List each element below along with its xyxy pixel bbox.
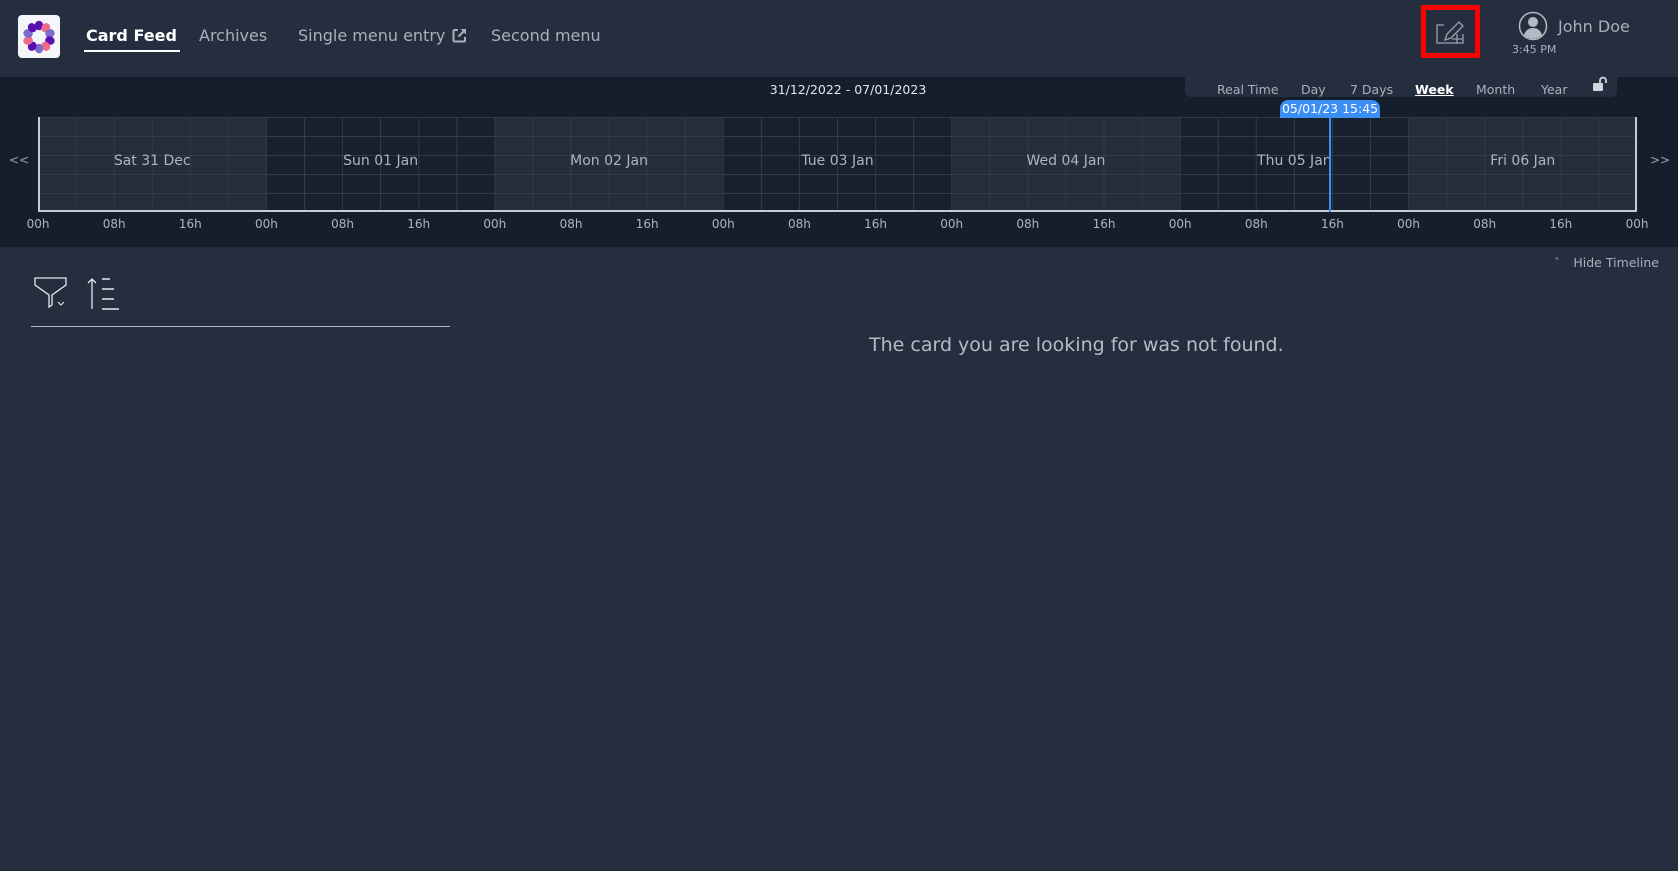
timeline-previous-button[interactable]: << xyxy=(9,153,29,167)
timeline-grid[interactable]: Sat 31 Dec Sun 01 Jan Mon 02 Jan Tue 03 Jan… xyxy=(38,117,1637,212)
day-label: Wed 04 Jan xyxy=(1026,153,1106,169)
range-year[interactable]: Year xyxy=(1541,82,1567,97)
current-time: 3:45 PM xyxy=(1512,43,1557,56)
hour-tick-label: 16h xyxy=(407,217,431,231)
range-month[interactable]: Month xyxy=(1476,82,1515,97)
hour-tick-label: 08h xyxy=(1244,217,1268,231)
filter-funnel-icon[interactable] xyxy=(34,275,70,311)
timeline: 31/12/2022 - 07/01/2023 Real Time Day 7 … xyxy=(0,72,1678,247)
hour-tick-label: 00h xyxy=(1397,217,1420,231)
card-not-found-message: The card you are looking for was not fou… xyxy=(869,334,1284,356)
hour-tick-label: 00h xyxy=(483,217,507,231)
hour-tick-label: 08h xyxy=(102,217,126,231)
hour-tick-label: 16h xyxy=(178,217,202,231)
feed-divider xyxy=(31,326,450,327)
top-navbar: Card Feed Archives Single menu entry Sec… xyxy=(0,0,1678,77)
day-label: Sat 31 Dec xyxy=(113,153,191,169)
user-name[interactable]: John Doe xyxy=(1558,17,1630,36)
hour-tick-label: 08h xyxy=(559,217,583,231)
nav-archives[interactable]: Archives xyxy=(199,26,267,46)
hour-tick-label: 16h xyxy=(1549,217,1573,231)
logo-icon xyxy=(23,20,55,53)
day-label: Mon 02 Jan xyxy=(570,153,648,169)
app-logo[interactable] xyxy=(18,15,60,58)
hour-tick-label: 00h xyxy=(1168,217,1192,231)
hour-tick-label: 00h xyxy=(940,217,964,231)
day-label: Fri 06 Jan xyxy=(1490,153,1556,169)
caret-up-icon: ˄ xyxy=(1554,257,1560,268)
external-link-icon xyxy=(452,29,467,43)
hide-timeline-label: Hide Timeline xyxy=(1573,255,1659,270)
range-real-time[interactable]: Real Time xyxy=(1217,82,1279,97)
range-week[interactable]: Week xyxy=(1415,82,1454,97)
timeline-next-button[interactable]: >> xyxy=(1650,153,1670,167)
hour-tick-label: 00h xyxy=(1625,217,1649,231)
hour-tick-label: 16h xyxy=(1320,217,1344,231)
hide-timeline-button[interactable]: ˄ Hide Timeline xyxy=(1554,255,1659,270)
nav-card-feed[interactable]: Card Feed xyxy=(84,26,180,52)
hour-tick-label: 08h xyxy=(787,217,811,231)
range-day[interactable]: Day xyxy=(1301,82,1326,97)
nav-single-menu-entry[interactable]: Single menu entry xyxy=(298,26,467,46)
hour-tick-label: 08h xyxy=(331,217,354,231)
hour-tick-label: 16h xyxy=(1092,217,1116,231)
unlocked-padlock-icon[interactable] xyxy=(1592,76,1608,92)
new-card-button[interactable] xyxy=(1421,5,1480,58)
day-label: Tue 03 Jan xyxy=(801,153,874,169)
user-avatar-icon[interactable] xyxy=(1518,11,1548,41)
nav-second-menu[interactable]: Second menu xyxy=(491,26,601,46)
day-label: Sun 01 Jan xyxy=(343,153,419,169)
day-label: Thu 05 Jan xyxy=(1257,153,1332,169)
range-7-days[interactable]: 7 Days xyxy=(1350,82,1393,97)
hour-tick-label: 16h xyxy=(635,217,659,231)
nav-single-menu-entry-label: Single menu entry xyxy=(298,26,446,45)
hour-tick-label: 00h xyxy=(26,217,50,231)
hour-tick-label: 08h xyxy=(1473,217,1497,231)
new-card-pencil-plus-icon xyxy=(1435,20,1464,44)
hour-tick-label: 16h xyxy=(864,217,887,231)
current-time-badge: 05/01/23 15:45 xyxy=(1280,100,1381,118)
current-time-marker xyxy=(1329,117,1332,212)
sort-ascending-icon[interactable] xyxy=(86,275,122,311)
hour-tick-label: 08h xyxy=(1016,217,1040,231)
hour-tick-label: 00h xyxy=(254,217,278,231)
hour-tick-label: 00h xyxy=(711,217,735,231)
